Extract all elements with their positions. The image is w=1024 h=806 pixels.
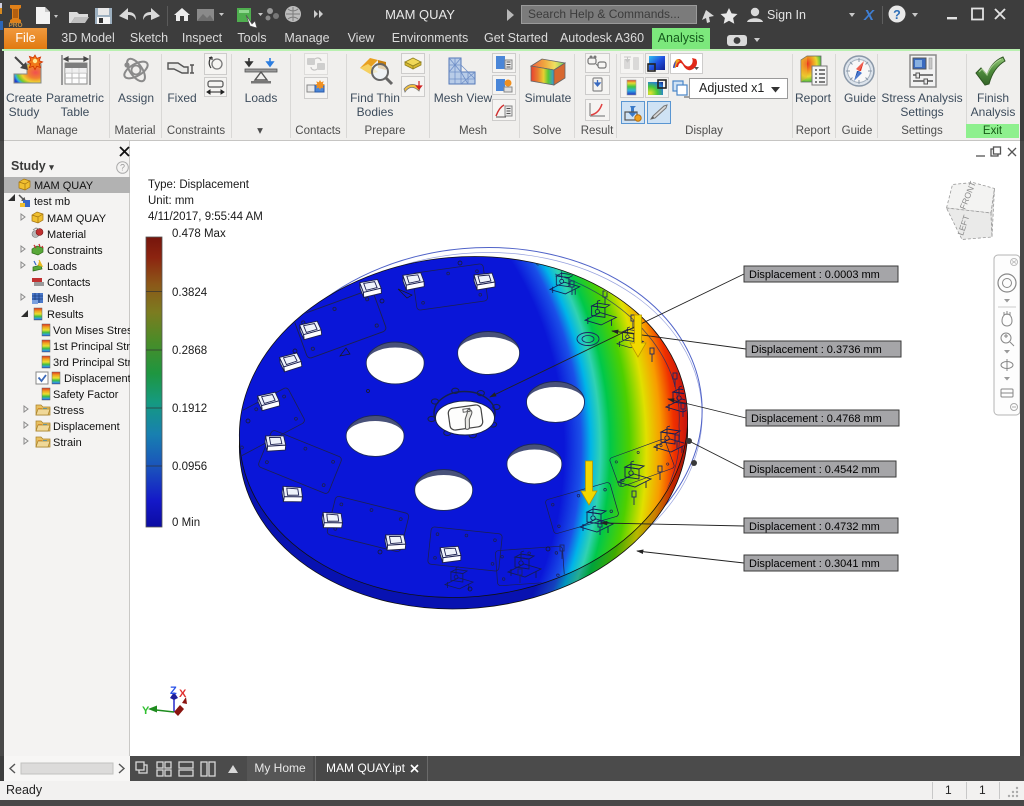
svg-text:Displacement : 0.4732 mm: Displacement : 0.4732 mm bbox=[749, 521, 880, 533]
svg-text:Safety Factor: Safety Factor bbox=[53, 389, 119, 401]
svg-text:Results: Results bbox=[47, 309, 84, 321]
svg-text:Displacement : 0.3736 mm: Displacement : 0.3736 mm bbox=[751, 344, 882, 356]
svg-text:Von Mises Stress: Von Mises Stress bbox=[53, 325, 130, 337]
svg-text:Displacement: Displacement bbox=[64, 373, 130, 385]
svg-text:Unit: mm: Unit: mm bbox=[148, 195, 194, 207]
svg-text:Constraints: Constraints bbox=[47, 245, 103, 257]
svg-text:Strain: Strain bbox=[53, 437, 82, 449]
svg-text:test mb: test mb bbox=[34, 196, 70, 208]
svg-text:?: ? bbox=[893, 8, 901, 22]
svg-text:X: X bbox=[179, 688, 187, 700]
svg-text:Displacement : 0.4542 mm: Displacement : 0.4542 mm bbox=[749, 464, 880, 476]
svg-text:Contacts: Contacts bbox=[47, 277, 91, 289]
svg-text:?: ? bbox=[120, 163, 125, 173]
svg-text:Displacement : 0.4768 mm: Displacement : 0.4768 mm bbox=[751, 413, 882, 425]
svg-text:0.1912: 0.1912 bbox=[172, 403, 207, 415]
svg-text:MAM QUAY: MAM QUAY bbox=[47, 213, 107, 225]
svg-text:Material: Material bbox=[47, 229, 86, 241]
svg-text:Sign In: Sign In bbox=[767, 8, 806, 22]
svg-text:Type: Displacement: Type: Displacement bbox=[148, 179, 250, 191]
svg-text:0.3824: 0.3824 bbox=[172, 287, 208, 299]
svg-text:Displacement : 0.0003 mm: Displacement : 0.0003 mm bbox=[749, 269, 880, 281]
svg-text:Z: Z bbox=[170, 685, 177, 697]
svg-text:0.478 Max: 0.478 Max bbox=[172, 228, 226, 240]
svg-text:4/11/2017, 9:55:44 AM: 4/11/2017, 9:55:44 AM bbox=[148, 211, 263, 223]
svg-text:Displacement : 0.3041 mm: Displacement : 0.3041 mm bbox=[749, 558, 880, 570]
svg-text:1st Principal Stre: 1st Principal Stre bbox=[53, 341, 130, 353]
svg-text:MAM QUAY: MAM QUAY bbox=[34, 180, 94, 192]
svg-text:0.0956: 0.0956 bbox=[172, 461, 207, 473]
svg-text:Mesh: Mesh bbox=[47, 293, 74, 305]
svg-text:Y: Y bbox=[142, 705, 150, 717]
svg-text:0.2868: 0.2868 bbox=[172, 345, 207, 357]
svg-text:Stress: Stress bbox=[53, 405, 85, 417]
svg-text:Displacement: Displacement bbox=[53, 421, 120, 433]
svg-text:Loads: Loads bbox=[47, 261, 77, 273]
svg-text:X: X bbox=[863, 7, 875, 24]
svg-text:3rd Principal Stre: 3rd Principal Stre bbox=[53, 357, 130, 369]
svg-text:0 Min: 0 Min bbox=[172, 517, 200, 529]
